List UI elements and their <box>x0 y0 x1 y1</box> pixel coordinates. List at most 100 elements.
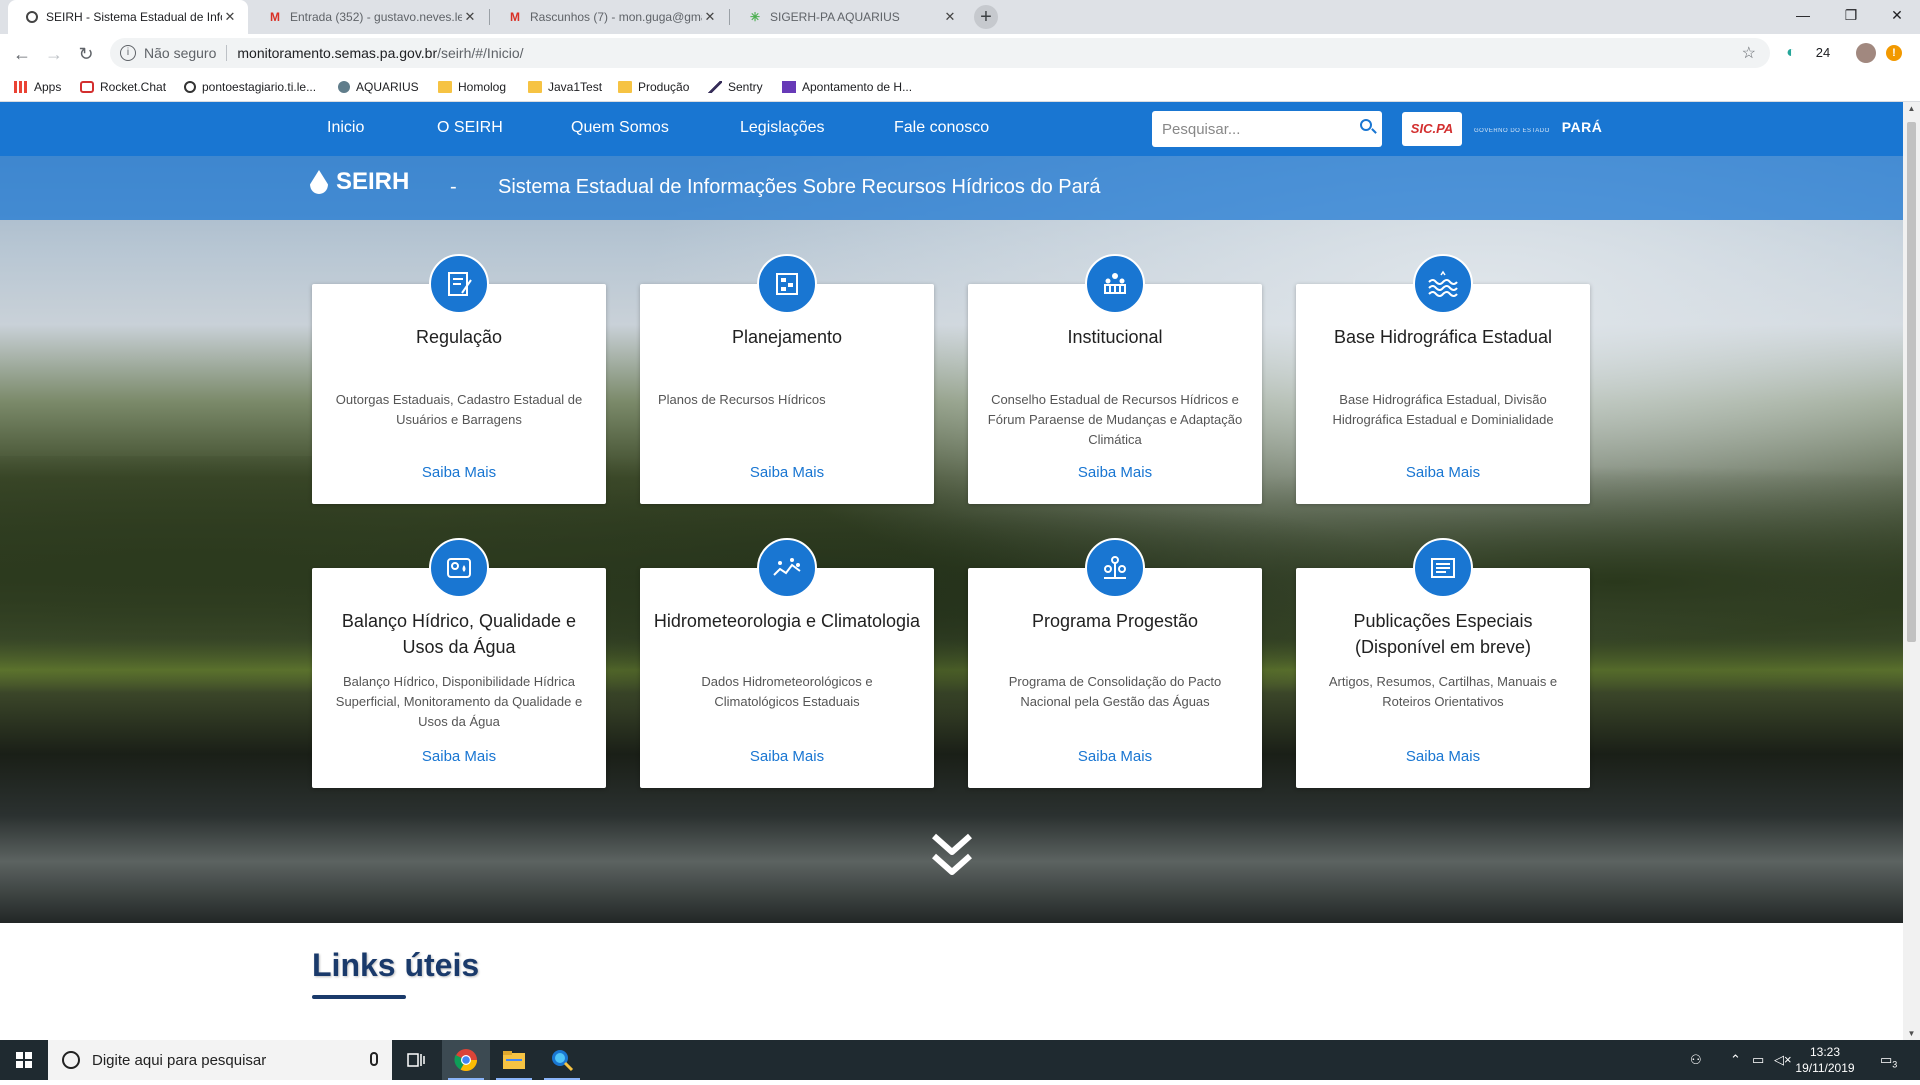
notifications-icon[interactable]: ▭3 <box>1880 1040 1897 1080</box>
browser-tab-seirh[interactable]: SEIRH - Sistema Estadual de Info ✕ <box>8 0 248 34</box>
tab-title: SEIRH - Sistema Estadual de Info <box>46 10 222 24</box>
reload-icon[interactable]: ↻ <box>72 40 100 68</box>
saiba-mais-link[interactable]: Saiba Mais <box>640 464 934 481</box>
card-balanco-hidrico[interactable]: Balanço Hídrico, Qualidade e Usos da Águ… <box>312 538 606 788</box>
gmail-icon: M <box>270 10 280 24</box>
card-planejamento[interactable]: Planejamento Planos de Recursos Hídricos… <box>640 254 934 504</box>
extension-counter[interactable]: 24 <box>1810 42 1836 64</box>
search-app-icon[interactable] <box>538 1040 586 1080</box>
card-institucional[interactable]: Institucional Conselho Estadual de Recur… <box>968 254 1262 504</box>
task-view-icon[interactable] <box>392 1040 440 1080</box>
sicpa-logo[interactable]: SIC.PA <box>1402 112 1462 146</box>
saiba-mais-link[interactable]: Saiba Mais <box>968 464 1262 481</box>
document-edit-icon <box>429 254 489 314</box>
file-explorer-icon[interactable] <box>490 1040 538 1080</box>
banner-separator: - <box>450 176 457 198</box>
network-icon[interactable]: ▭ <box>1752 1040 1764 1080</box>
new-tab-button[interactable]: + <box>974 5 998 29</box>
close-icon[interactable]: ✕ <box>462 9 478 25</box>
bookmark-label: Apps <box>34 80 62 94</box>
extension-icon[interactable]: ◐ <box>1780 42 1802 64</box>
bookmark-java1test[interactable]: Java1Test <box>528 78 602 96</box>
close-icon[interactable]: ✕ <box>942 9 958 25</box>
nav-legislacoes[interactable]: Legislações <box>740 119 825 137</box>
close-icon[interactable]: ✕ <box>222 9 238 25</box>
forward-icon[interactable]: → <box>40 40 68 68</box>
bookmark-apps[interactable]: Apps <box>14 78 61 96</box>
saiba-mais-link[interactable]: Saiba Mais <box>968 748 1262 765</box>
volume-muted-icon[interactable]: ◁× <box>1774 1040 1792 1080</box>
bookmark-pontoestagiario[interactable]: pontoestagiario.ti.le... <box>184 78 316 96</box>
security-label[interactable]: Não seguro <box>144 45 216 61</box>
taskbar-clock[interactable]: 13:23 19/11/2019 <box>1790 1044 1860 1076</box>
search-icon[interactable] <box>1360 119 1372 131</box>
page-scrollbar[interactable]: ▲ ▼ <box>1903 102 1920 1040</box>
bookmark-producao[interactable]: Produção <box>618 78 689 96</box>
sentry-icon <box>708 81 722 93</box>
card-hidrometeorologia[interactable]: Hidrometeorologia e Climatologia Dados H… <box>640 538 934 788</box>
browser-tab-gmail-inbox[interactable]: M Entrada (352) - gustavo.neves.le ✕ <box>250 0 488 34</box>
institution-people-icon <box>1085 254 1145 314</box>
site-banner: SEIRH - Sistema Estadual de Informações … <box>0 156 1903 220</box>
bookmark-label: Rocket.Chat <box>100 80 167 94</box>
taskbar-search[interactable]: Digite aqui para pesquisar <box>48 1040 392 1080</box>
card-title: Base Hidrográfica Estadual <box>1333 327 1553 347</box>
card-progestao[interactable]: Programa Progestão Programa de Consolida… <box>968 538 1262 788</box>
update-alert-icon[interactable]: ! <box>1886 45 1902 61</box>
avatar[interactable] <box>1856 43 1876 63</box>
card-description: Programa de Consolidação do Pacto Nacion… <box>1008 674 1222 709</box>
card-publicacoes[interactable]: Publicações Especiais (Disponível em bre… <box>1296 538 1590 788</box>
chrome-taskbar-icon[interactable] <box>442 1040 490 1080</box>
card-title: Planejamento <box>731 327 843 347</box>
water-drop-icon <box>310 170 328 194</box>
bookmark-rocketchat[interactable]: Rocket.Chat <box>80 78 166 96</box>
saiba-mais-link[interactable]: Saiba Mais <box>1296 464 1590 481</box>
scroll-up-icon[interactable]: ▲ <box>1903 104 1920 113</box>
scroll-down-chevron-icon[interactable] <box>930 832 974 882</box>
nav-fale-conosco[interactable]: Fale conosco <box>894 119 989 137</box>
publications-icon <box>1413 538 1473 598</box>
card-regulacao[interactable]: Regulação Outorgas Estaduais, Cadastro E… <box>312 254 606 504</box>
info-icon[interactable]: i <box>120 45 136 61</box>
bookmark-apontamento[interactable]: Apontamento de H... <box>782 78 912 96</box>
site-search-input[interactable]: Pesquisar... <box>1152 111 1382 147</box>
browser-toolbar: ← → ↻ i Não seguro monitoramento.semas.p… <box>0 34 1920 72</box>
browser-tab-aquarius[interactable]: ✳ SIGERH-PA AQUARIUS ✕ <box>730 0 968 34</box>
water-waves-icon <box>1413 254 1473 314</box>
saiba-mais-link[interactable]: Saiba Mais <box>312 748 606 765</box>
people-icon[interactable]: ⚇ <box>1690 1040 1702 1080</box>
bookmark-star-icon[interactable]: ☆ <box>1742 43 1756 63</box>
saiba-mais-link[interactable]: Saiba Mais <box>1296 748 1590 765</box>
windows-logo-icon <box>16 1052 32 1068</box>
card-base-hidrografica[interactable]: Base Hidrográfica Estadual Base Hidrográ… <box>1296 254 1590 504</box>
back-icon[interactable]: ← <box>8 40 36 68</box>
page-viewport: Inicio O SEIRH Quem Somos Legislações Fa… <box>0 102 1903 1040</box>
bookmark-aquarius[interactable]: AQUARIUS <box>338 78 419 96</box>
browser-tab-gmail-drafts[interactable]: M Rascunhos (7) - mon.guga@gma ✕ <box>490 0 728 34</box>
card-description: Planos de Recursos Hídricos <box>658 392 826 407</box>
nav-quem-somos[interactable]: Quem Somos <box>571 119 669 137</box>
minimize-icon[interactable]: — <box>1780 0 1826 30</box>
bookmark-sentry[interactable]: Sentry <box>708 78 763 96</box>
saiba-mais-link[interactable]: Saiba Mais <box>640 748 934 765</box>
nav-inicio[interactable]: Inicio <box>327 119 364 137</box>
url-path: /seirh/#/Inicio/ <box>437 45 524 61</box>
title-underline <box>312 995 406 999</box>
nav-o-seirh[interactable]: O SEIRH <box>437 119 503 137</box>
tab-title: SIGERH-PA AQUARIUS <box>770 10 900 24</box>
scroll-down-icon[interactable]: ▼ <box>1903 1029 1920 1038</box>
microphone-icon[interactable] <box>370 1052 378 1066</box>
window-close-icon[interactable]: ✕ <box>1874 0 1920 30</box>
show-hidden-icons-icon[interactable]: ⌃ <box>1730 1040 1741 1080</box>
globe-icon <box>26 11 38 23</box>
start-button[interactable] <box>0 1040 48 1080</box>
address-bar[interactable]: i Não seguro monitoramento.semas.pa.gov.… <box>110 38 1770 68</box>
restore-icon[interactable]: ❐ <box>1828 0 1874 30</box>
gov-para-logo[interactable]: GOVERNO DO ESTADO PARÁ <box>1474 119 1602 139</box>
seirh-logo[interactable]: SEIRH <box>310 168 409 196</box>
bookmark-homolog[interactable]: Homolog <box>438 78 506 96</box>
close-icon[interactable]: ✕ <box>702 9 718 25</box>
saiba-mais-link[interactable]: Saiba Mais <box>312 464 606 481</box>
search-placeholder: Pesquisar... <box>1162 120 1241 138</box>
scrollbar-thumb[interactable] <box>1907 122 1916 642</box>
